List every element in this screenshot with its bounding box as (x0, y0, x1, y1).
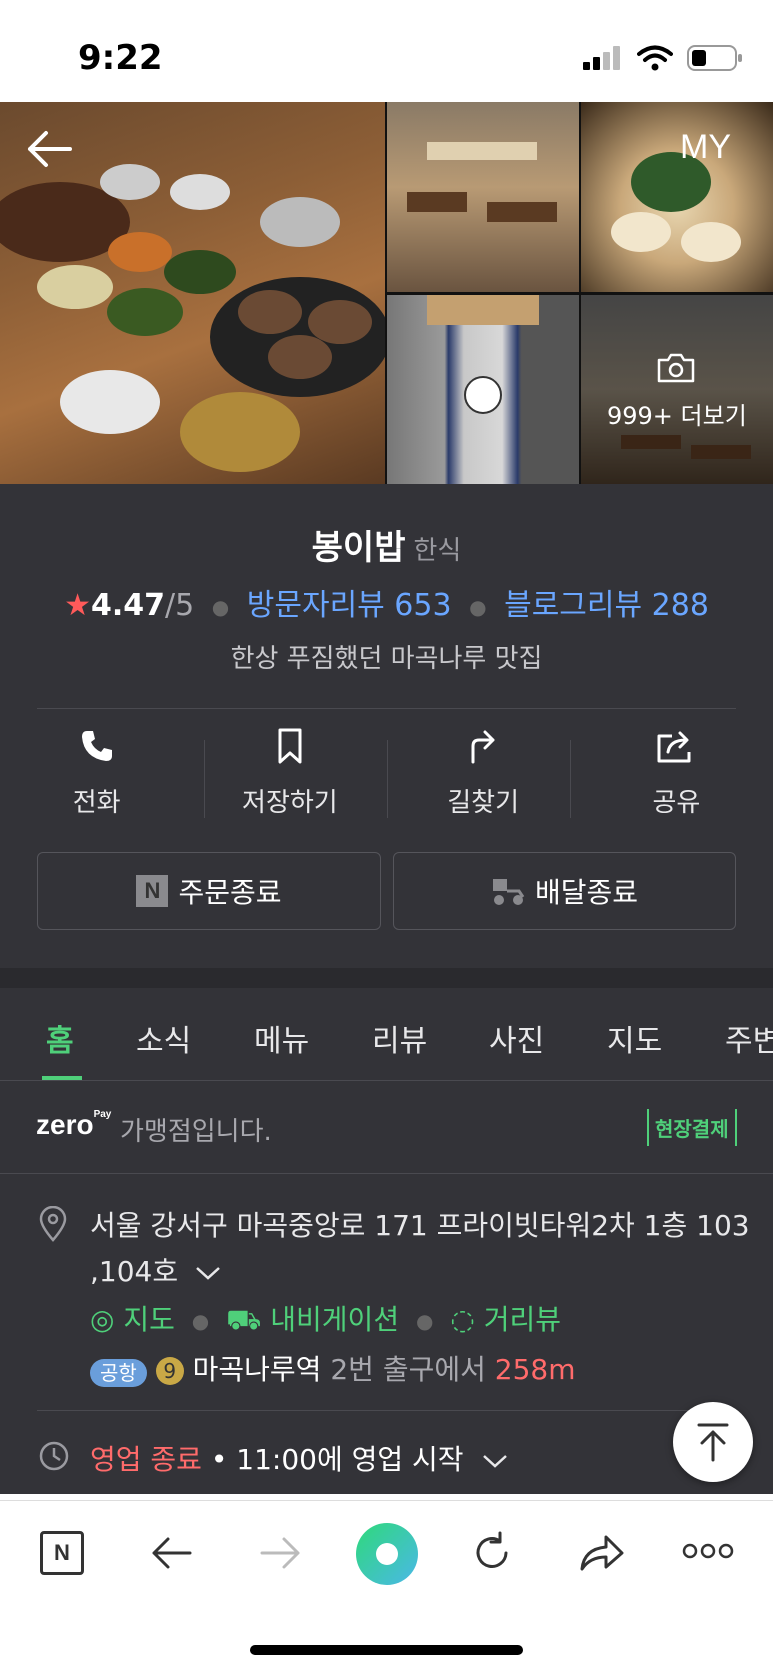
phone-icon (81, 731, 112, 761)
zeropay-row: zeroPay 가맹점입니다. 현장결제 (0, 1081, 773, 1174)
address-line-2: ,104호 (90, 1255, 179, 1288)
car-icon: ⛟ (226, 1303, 262, 1336)
rating-value: 4.47 (90, 588, 166, 623)
blog-reviews-link[interactable]: 블로그리뷰 288 (504, 588, 709, 623)
naver-home-button[interactable]: N (40, 1531, 84, 1575)
exit-text: 2번 출구에서 (330, 1353, 486, 1386)
hours-next: • 11:00에 영업 시작 (210, 1443, 464, 1476)
forward-icon[interactable] (260, 1535, 302, 1571)
zeropay-text: 가맹점입니다. (120, 1117, 272, 1147)
clock: 9:22 (78, 38, 163, 78)
photo-dining-room[interactable] (581, 295, 773, 484)
tab-menu[interactable]: 메뉴 (254, 1016, 309, 1060)
tab-bar: 홈 소식 메뉴 리뷰 사진 지도 주변 (0, 988, 773, 1081)
onsite-payment-badge: 현장결제 (647, 1109, 737, 1146)
rating-row: ★4.47/5 ● 방문자리뷰 653 ● 블로그리뷰 288 (64, 588, 709, 623)
scroll-to-top-button[interactable] (673, 1402, 753, 1482)
street-view-link[interactable]: ◌ 거리뷰 (450, 1303, 561, 1336)
tab-map[interactable]: 지도 (607, 1016, 662, 1060)
tab-nearby[interactable]: 주변 (725, 1016, 773, 1060)
location-links: ◎ 지도 ● ⛟ 내비게이션 ● ◌ 거리뷰 (90, 1303, 561, 1336)
photo-interior[interactable] (387, 102, 579, 292)
back-icon[interactable] (150, 1535, 192, 1571)
photo-dumpling-soup[interactable] (581, 102, 773, 292)
green-dot-button[interactable] (356, 1523, 418, 1585)
chevron-down-icon (196, 1267, 221, 1280)
business-hours[interactable]: 영업 종료 • 11:00에 영업 시작 (90, 1438, 508, 1478)
my-button[interactable]: MY (680, 128, 731, 167)
tab-home[interactable]: 홈 (46, 1016, 74, 1060)
arrow-up-icon (697, 1423, 729, 1462)
airport-line-badge: 공항 (90, 1358, 147, 1387)
visitor-reviews-link[interactable]: 방문자리뷰 653 (247, 588, 452, 623)
tab-photos[interactable]: 사진 (489, 1016, 544, 1060)
chevron-down-icon (483, 1455, 508, 1468)
line-9-badge: 9 (155, 1357, 184, 1385)
zeropay-logo: zeroPay (36, 1109, 112, 1140)
star-icon: ★ (64, 588, 91, 623)
tab-reviews[interactable]: 리뷰 (372, 1016, 427, 1060)
directions-icon (471, 730, 495, 764)
directions-button[interactable]: 길찾기 (387, 728, 580, 828)
place-category: 한식 (413, 536, 462, 566)
map-pin-icon: ◎ (90, 1303, 115, 1336)
delivery-scooter-icon (492, 879, 525, 905)
status-bar: 9:22 (0, 0, 773, 102)
clock-icon (39, 1441, 69, 1471)
place-name: 봉이밥 (311, 528, 406, 568)
share-arrow-icon[interactable] (578, 1533, 624, 1573)
home-indicator (250, 1645, 523, 1655)
share-button[interactable]: 공유 (580, 728, 773, 828)
distance: 258m (494, 1353, 576, 1386)
delivery-status-button[interactable]: 배달종료 (393, 852, 736, 930)
street-view-icon: ◌ (450, 1303, 475, 1336)
divider (37, 708, 736, 709)
bookmark-icon (278, 728, 302, 764)
location-section: 서울 강서구 마곡중앙로 171 프라이빗타워2차 1층 103 ,104호 ◎… (0, 1174, 773, 1494)
rating-max: /5 (165, 588, 195, 623)
camera-icon (657, 353, 695, 383)
more-options-icon[interactable] (682, 1543, 734, 1559)
location-pin-icon (39, 1206, 67, 1242)
order-status-button[interactable]: N 주문종료 (37, 852, 381, 930)
refresh-icon[interactable] (470, 1531, 514, 1575)
photo-entrance[interactable] (387, 295, 579, 484)
navigation-link[interactable]: ⛟ 내비게이션 (226, 1303, 399, 1336)
wifi-icon (637, 45, 673, 71)
cellular-signal-icon (583, 46, 620, 70)
call-button[interactable]: 전화 (0, 728, 193, 828)
address-line-1: 서울 강서구 마곡중앙로 171 프라이빗타워2차 1층 103 (90, 1209, 750, 1242)
back-arrow-icon[interactable] (26, 130, 72, 168)
hours-status: 영업 종료 (90, 1443, 202, 1476)
transit-info: 공항 9 마곡나루역 2번 출구에서 258m (90, 1348, 575, 1388)
battery-icon (687, 45, 742, 71)
station-name: 마곡나루역 (192, 1353, 322, 1386)
more-photos-link[interactable]: 999+ 더보기 (607, 396, 747, 431)
save-button[interactable]: 저장하기 (193, 728, 386, 828)
map-link[interactable]: ◎ 지도 (90, 1303, 175, 1336)
tab-news[interactable]: 소식 (136, 1016, 191, 1060)
active-tab-indicator (42, 1076, 82, 1080)
naver-order-icon: N (136, 875, 169, 907)
share-icon (657, 731, 691, 763)
address-expand[interactable]: ,104호 (90, 1250, 221, 1290)
place-description: 한상 푸짐했던 마곡나루 맛집 (230, 644, 543, 674)
photo-gallery[interactable]: MY 999+ 더보기 (0, 102, 773, 484)
